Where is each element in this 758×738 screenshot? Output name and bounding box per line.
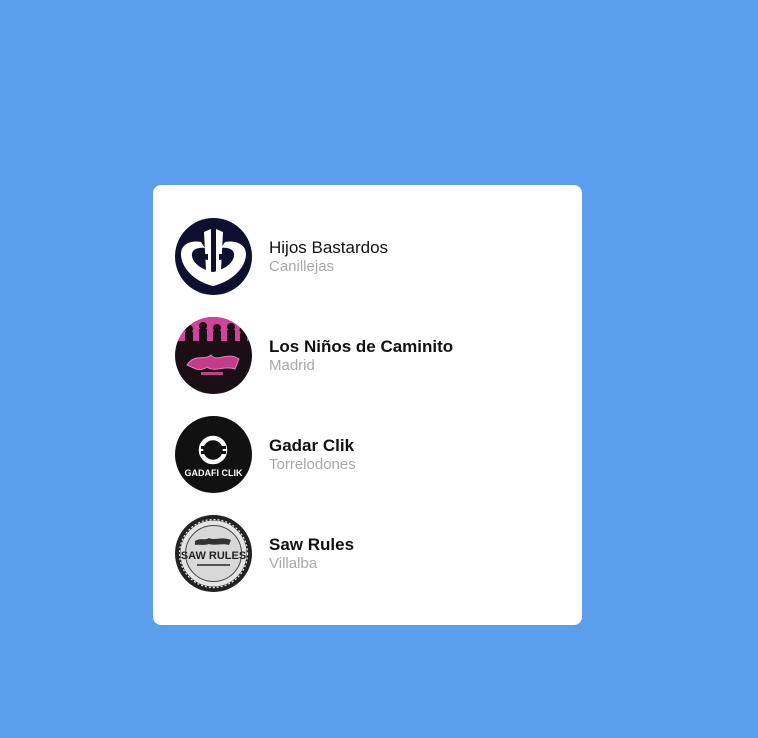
group-photo-avatar <box>175 317 252 394</box>
artist-name: Los Niños de Caminito <box>269 336 454 356</box>
svg-text:GADAFI CLIK: GADAFI CLIK <box>185 468 243 478</box>
artist-list-card: Hijos Bastardos Canillejas Los Niños de … <box>153 185 582 625</box>
artist-location: Torrelodones <box>269 455 356 473</box>
artist-location: Madrid <box>269 356 315 374</box>
artist-name: Saw Rules <box>269 534 355 554</box>
artist-list-item[interactable]: Hijos Bastardos Canillejas <box>175 218 582 295</box>
artist-list-item[interactable]: SAW RULES Saw Rules Villalba <box>175 515 582 592</box>
artist-list-item[interactable]: GADAFI CLIK Gadar Clik Torrelodones <box>175 416 582 493</box>
hb-logo-icon <box>175 218 252 295</box>
artist-name: Hijos Bastardos <box>269 237 389 257</box>
svg-text:SAW RULES: SAW RULES <box>181 550 246 562</box>
saw-rules-logo-icon: SAW RULES <box>175 515 252 592</box>
artist-list-item[interactable]: Los Niños de Caminito Madrid <box>175 317 582 394</box>
artist-location: Villalba <box>269 554 318 572</box>
artist-location: Canillejas <box>269 257 335 275</box>
artist-name: Gadar Clik <box>269 435 355 455</box>
gadafi-clik-logo-icon: GADAFI CLIK <box>175 416 252 493</box>
